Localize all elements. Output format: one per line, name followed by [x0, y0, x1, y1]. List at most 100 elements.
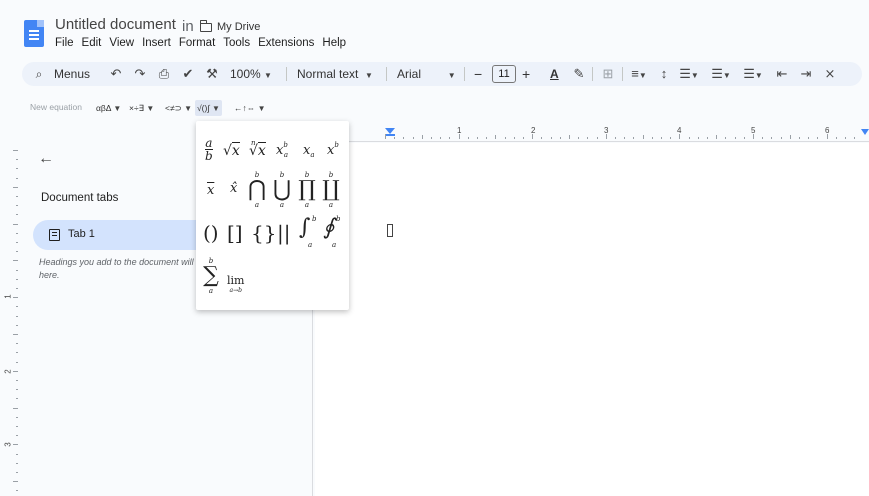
ruler-tick — [826, 134, 828, 139]
document-title[interactable]: Untitled document — [55, 16, 176, 33]
font-select[interactable]: Arial ▼ — [397, 62, 456, 86]
back-arrow-icon[interactable]: ← — [38, 150, 54, 168]
relations-label: <≠⊃ — [165, 103, 182, 113]
ruler-tick — [449, 137, 451, 139]
text-color-button[interactable]: A — [550, 62, 559, 86]
limit-subscript: a→b — [229, 287, 242, 294]
document-tabs-heading: Document tabs — [41, 192, 119, 204]
ruler-tick — [578, 137, 580, 139]
greek-letters-menu[interactable]: αβΔ ▼ — [94, 100, 123, 116]
vertical-ruler[interactable]: 1 2 3 — [3, 142, 18, 496]
menu-view[interactable]: View — [109, 37, 138, 49]
overline-symbol[interactable]: x — [207, 183, 214, 198]
relations-menu[interactable]: <≠⊃ ▼ — [163, 100, 194, 116]
ruler-tick — [421, 135, 423, 139]
misc-operations-menu[interactable]: ×÷∃ ▼ — [127, 100, 156, 116]
search-icon[interactable]: ⌕ — [32, 62, 46, 86]
paint-format-icon[interactable]: ⚒ — [204, 62, 220, 86]
hat-symbol[interactable]: x̂ — [230, 181, 237, 196]
limit-symbol[interactable]: lim a→b — [227, 274, 244, 294]
ruler-tick — [16, 361, 18, 363]
clear-formatting-icon[interactable]: ⨯ — [822, 62, 838, 86]
summation-symbol[interactable]: b ∑ a — [202, 257, 220, 295]
docs-logo-icon[interactable] — [24, 20, 44, 47]
coproduct-symbol[interactable]: b ∐ a — [322, 171, 340, 209]
sub-superscript-symbol[interactable]: xba — [276, 141, 292, 159]
contour-integral-symbol[interactable]: ∮ b a — [323, 215, 340, 249]
left-indent-handle[interactable] — [385, 134, 395, 136]
line-spacing-icon[interactable]: ↕ — [656, 62, 672, 86]
subsup-sup: b — [283, 141, 288, 149]
square-root-symbol[interactable]: √x — [223, 142, 240, 159]
ruler-tick — [13, 150, 18, 151]
font-value: Arial — [397, 67, 422, 81]
chevron-down-icon: ▼ — [212, 104, 220, 113]
ruler-tick — [532, 134, 534, 139]
parentheses-symbol[interactable]: () — [203, 221, 219, 245]
decrease-indent-icon[interactable]: ⇤ — [774, 62, 790, 86]
arrows-menu[interactable]: ←↑⇔ ▼ — [232, 100, 268, 116]
braces-symbol[interactable]: {} — [251, 221, 276, 245]
numbered-list-icon[interactable]: ☰▼ — [740, 62, 766, 86]
ruler-tick — [16, 462, 18, 464]
ruler-tick — [13, 260, 18, 262]
product-symbol[interactable]: b ∏ a — [298, 171, 316, 209]
menus-search-button[interactable]: Menus — [54, 62, 90, 86]
zoom-select[interactable]: 100% ▼ — [230, 62, 272, 86]
insert-comment-icon[interactable]: ⊞ — [600, 62, 616, 86]
ruler-tick — [854, 137, 856, 139]
style-select[interactable]: Normal text ▼ — [297, 62, 373, 86]
subscript-symbol[interactable]: xa — [303, 143, 315, 159]
ruler-tick — [16, 389, 18, 391]
ruler-tick — [13, 334, 18, 335]
ruler-tick — [385, 134, 386, 139]
contour-integral-lower: a — [332, 241, 337, 249]
toolbar-divider — [286, 67, 287, 81]
brackets-symbol[interactable]: [] — [227, 221, 243, 245]
ruler-tick — [688, 137, 690, 139]
integral-upper: b — [312, 215, 317, 223]
nth-root-symbol[interactable]: n √x — [249, 139, 266, 159]
menu-extensions[interactable]: Extensions — [258, 37, 318, 49]
ruler-tick — [412, 137, 414, 139]
fraction-symbol[interactable]: a b — [205, 137, 213, 162]
document-canvas[interactable] — [315, 143, 869, 496]
integral-symbol[interactable]: ∫ b a — [299, 215, 316, 249]
menu-file[interactable]: File — [55, 37, 78, 49]
ruler-tick — [477, 137, 478, 139]
right-indent-handle[interactable] — [861, 129, 869, 135]
ruler-tick — [16, 177, 18, 179]
menu-edit[interactable]: Edit — [82, 37, 106, 49]
horizontal-ruler[interactable]: 1 2 3 4 5 6 — [315, 126, 869, 142]
menu-insert[interactable]: Insert — [142, 37, 175, 49]
union-symbol[interactable]: b ⋃ a — [273, 171, 291, 209]
redo-icon[interactable]: ↷ — [132, 62, 148, 86]
bulleted-list-icon[interactable]: ☰▼ — [708, 62, 734, 86]
print-icon[interactable]: ⎙ — [156, 62, 172, 86]
menu-format[interactable]: Format — [179, 37, 219, 49]
ruler-number: 1 — [3, 294, 13, 299]
menu-tools[interactable]: Tools — [223, 37, 254, 49]
ruler-tick — [16, 472, 18, 473]
align-icon[interactable]: ≡▼ — [628, 62, 650, 86]
spellcheck-icon[interactable]: ✔ — [180, 62, 196, 86]
equation-cursor[interactable] — [387, 224, 393, 237]
math-operators-menu[interactable]: √()∫ ▼ — [195, 100, 222, 116]
increase-indent-icon[interactable]: ⇥ — [798, 62, 814, 86]
highlight-icon[interactable]: ✎ — [572, 62, 586, 86]
increase-font-size-button[interactable]: + — [522, 62, 530, 86]
folder-icon[interactable] — [199, 20, 212, 32]
folder-name[interactable]: My Drive — [217, 21, 260, 33]
superscript-symbol[interactable]: xb — [327, 141, 339, 158]
absolute-value-symbol[interactable]: || — [277, 221, 290, 245]
decrease-font-size-button[interactable]: − — [474, 62, 482, 86]
menu-help[interactable]: Help — [322, 37, 350, 49]
ruler-tick — [16, 324, 18, 326]
ruler-tick — [16, 453, 18, 455]
undo-icon[interactable]: ↶ — [108, 62, 124, 86]
font-size-input[interactable]: 11 — [492, 65, 516, 83]
new-equation-button[interactable]: New equation — [30, 102, 82, 112]
intersection-symbol[interactable]: b ⋂ a — [248, 171, 266, 209]
checklist-icon[interactable]: ☰▼ — [676, 62, 702, 86]
menu-bar: File Edit View Insert Format Tools Exten… — [55, 37, 354, 49]
